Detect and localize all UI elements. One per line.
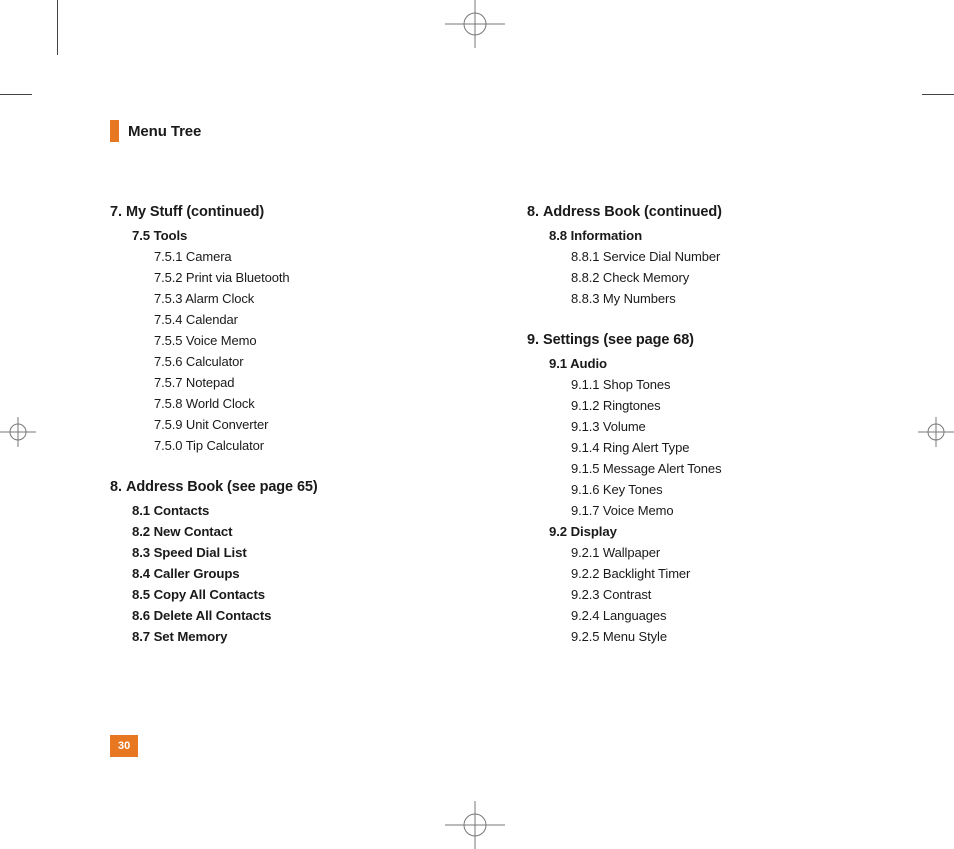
- menu-item: 7.5.2 Print via Bluetooth: [154, 270, 467, 285]
- registration-mark-icon: [430, 0, 520, 48]
- subsection-heading: 8.2 New Contact: [132, 524, 467, 539]
- section-settings: 9. Settings (see page 68) 9.1 Audio 9.1.…: [527, 332, 884, 644]
- left-column: 7. My Stuff (continued) 7.5 Tools 7.5.1 …: [110, 204, 467, 670]
- menu-item: 7.5.9 Unit Converter: [154, 417, 467, 432]
- menu-item: 9.2.5 Menu Style: [571, 629, 884, 644]
- subsection-heading: 9.1 Audio: [549, 356, 884, 371]
- section-address-book: 8. Address Book (see page 65) 8.1 Contac…: [110, 479, 467, 644]
- registration-mark-icon: [918, 414, 954, 450]
- menu-item: 7.5.6 Calculator: [154, 354, 467, 369]
- section-title: Settings (see page 68): [543, 332, 694, 348]
- crop-mark: [0, 94, 32, 95]
- section-number: 8.: [110, 479, 126, 495]
- subsection-heading: 7.5 Tools: [132, 228, 467, 243]
- menu-item: 7.5.0 Tip Calculator: [154, 438, 467, 453]
- menu-item: 8.8.1 Service Dial Number: [571, 249, 884, 264]
- menu-item: 7.5.3 Alarm Clock: [154, 291, 467, 306]
- menu-item: 9.2.2 Backlight Timer: [571, 566, 884, 581]
- menu-item: 9.1.2 Ringtones: [571, 398, 884, 413]
- section-number: 8.: [527, 204, 543, 220]
- section-my-stuff: 7. My Stuff (continued) 7.5 Tools 7.5.1 …: [110, 204, 467, 453]
- menu-item: 7.5.8 World Clock: [154, 396, 467, 411]
- subsection-heading: 8.6 Delete All Contacts: [132, 608, 467, 623]
- subsection-heading: 8.5 Copy All Contacts: [132, 587, 467, 602]
- section-title: Address Book (continued): [543, 204, 722, 220]
- section-title: Address Book (see page 65): [126, 479, 318, 495]
- menu-item: 8.8.2 Check Memory: [571, 270, 884, 285]
- registration-mark-icon: [430, 801, 520, 849]
- menu-item: 7.5.4 Calendar: [154, 312, 467, 327]
- menu-item: 9.2.4 Languages: [571, 608, 884, 623]
- menu-item: 7.5.1 Camera: [154, 249, 467, 264]
- crop-mark: [922, 94, 954, 95]
- subsection-heading: 8.4 Caller Groups: [132, 566, 467, 581]
- page-title: Menu Tree: [128, 123, 201, 140]
- menu-item: 9.1.5 Message Alert Tones: [571, 461, 884, 476]
- menu-item: 7.5.5 Voice Memo: [154, 333, 467, 348]
- right-column: 8. Address Book (continued) 8.8 Informat…: [527, 204, 884, 670]
- page-number: 30: [110, 735, 138, 757]
- menu-item: 9.1.7 Voice Memo: [571, 503, 884, 518]
- crop-mark: [57, 0, 58, 55]
- accent-bar: [110, 120, 119, 142]
- section-address-book-continued: 8. Address Book (continued) 8.8 Informat…: [527, 204, 884, 306]
- section-heading: 8. Address Book (continued): [527, 204, 884, 220]
- subsection-heading: 8.8 Information: [549, 228, 884, 243]
- menu-item: 9.1.1 Shop Tones: [571, 377, 884, 392]
- menu-item: 9.1.3 Volume: [571, 419, 884, 434]
- subsection-heading: 8.7 Set Memory: [132, 629, 467, 644]
- subsection-heading: 8.3 Speed Dial List: [132, 545, 467, 560]
- menu-item: 9.2.3 Contrast: [571, 587, 884, 602]
- section-heading: 7. My Stuff (continued): [110, 204, 467, 220]
- menu-item: 7.5.7 Notepad: [154, 375, 467, 390]
- page-header: Menu Tree: [110, 120, 884, 142]
- section-title: My Stuff (continued): [126, 204, 264, 220]
- registration-mark-icon: [0, 414, 36, 450]
- subsection-heading: 8.1 Contacts: [132, 503, 467, 518]
- subsection-heading: 9.2 Display: [549, 524, 884, 539]
- section-heading: 8. Address Book (see page 65): [110, 479, 467, 495]
- menu-item: 9.1.6 Key Tones: [571, 482, 884, 497]
- section-number: 7.: [110, 204, 126, 220]
- section-heading: 9. Settings (see page 68): [527, 332, 884, 348]
- page-content: Menu Tree 7. My Stuff (continued) 7.5 To…: [110, 120, 884, 749]
- section-number: 9.: [527, 332, 543, 348]
- menu-item: 9.1.4 Ring Alert Type: [571, 440, 884, 455]
- menu-item: 8.8.3 My Numbers: [571, 291, 884, 306]
- menu-item: 9.2.1 Wallpaper: [571, 545, 884, 560]
